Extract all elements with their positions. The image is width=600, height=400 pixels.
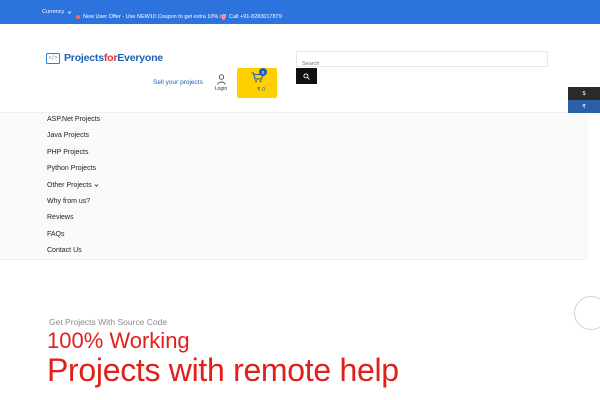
nav-item-php-projects[interactable]: PHP Projects (47, 149, 89, 156)
nav-item-label: Python Projects (47, 165, 97, 172)
nav-item-label: Contact Us (47, 247, 82, 254)
currency-dropdown[interactable]: Currency (42, 9, 72, 15)
hero-subtitle: Get Projects With Source Code (49, 317, 168, 327)
code-icon: </> (46, 52, 60, 64)
nav-item-label: FAQs (47, 231, 65, 238)
offer-text: New User Offer - Use NEW10 Coupon to get… (83, 14, 226, 20)
currency-switcher: $ ₹ (568, 87, 600, 113)
nav-item-python-projects[interactable]: Python Projects (47, 165, 96, 172)
nav-item-label: Why from us? (47, 198, 91, 205)
logo-text: ProjectsforEveryone (64, 52, 163, 64)
nav-item-contact-us[interactable]: Contact Us (47, 247, 82, 254)
nav-item-label: PHP Projects (47, 149, 89, 156)
chevron-down-icon (94, 184, 99, 187)
cart-button[interactable]: 0 ₹ 0 (237, 68, 277, 98)
nav-item-aspnet-projects[interactable]: ASP.Net Projects (47, 116, 100, 123)
nav-item-why-from-us[interactable]: Why from us? (47, 198, 90, 205)
nav-item-label: Java Projects (47, 132, 90, 139)
cart-count-badge: 0 (259, 68, 267, 76)
phone-icon (222, 14, 225, 20)
search-icon (303, 72, 310, 80)
logo-part-projects: Projects (64, 52, 104, 64)
user-icon (216, 74, 226, 85)
nav-item-java-projects[interactable]: Java Projects (47, 132, 89, 139)
login-button[interactable]: Login (212, 74, 230, 92)
logo-part-for: for (103, 52, 118, 64)
main-nav: ASP.Net Projects Java Projects PHP Proje… (0, 112, 588, 260)
offer-icon (76, 15, 80, 19)
search-input[interactable] (297, 57, 547, 71)
login-label: Login (214, 86, 228, 92)
cart-total: ₹ 0 (257, 87, 266, 93)
top-bar: Currency New User Offer - Use NEW10 Coup… (0, 0, 600, 24)
logo-part-everyone: Everyone (117, 52, 163, 64)
decorative-circle (574, 296, 600, 330)
currency-inr-button[interactable]: ₹ (568, 100, 600, 113)
offer-banner: New User Offer - Use NEW10 Coupon to get… (76, 14, 226, 20)
hero-heading-line1: 100% Working (47, 328, 190, 353)
nav-item-faqs[interactable]: FAQs (47, 231, 65, 238)
nav-item-label: Reviews (47, 214, 74, 221)
site-header: </> ProjectsforEveryone Sell your projec… (0, 24, 600, 112)
nav-item-label: Other Projects (47, 182, 92, 189)
hero-heading-line2: Projects with remote help (47, 352, 399, 388)
nav-item-other-projects[interactable]: Other Projects (47, 182, 99, 189)
search-button[interactable] (296, 68, 317, 84)
nav-item-label: ASP.Net Projects (47, 116, 101, 123)
call-text: Call +91-8283017879 (229, 14, 282, 20)
sell-projects-link[interactable]: Sell your projects (153, 79, 203, 86)
site-logo[interactable]: </> ProjectsforEveryone (46, 52, 163, 64)
currency-usd-button[interactable]: $ (568, 87, 600, 100)
nav-item-reviews[interactable]: Reviews (47, 214, 73, 221)
search-box (296, 51, 548, 71)
currency-label: Currency (42, 9, 65, 15)
call-info[interactable]: Call +91-8283017879 (221, 14, 282, 20)
chevron-down-icon (68, 10, 72, 14)
